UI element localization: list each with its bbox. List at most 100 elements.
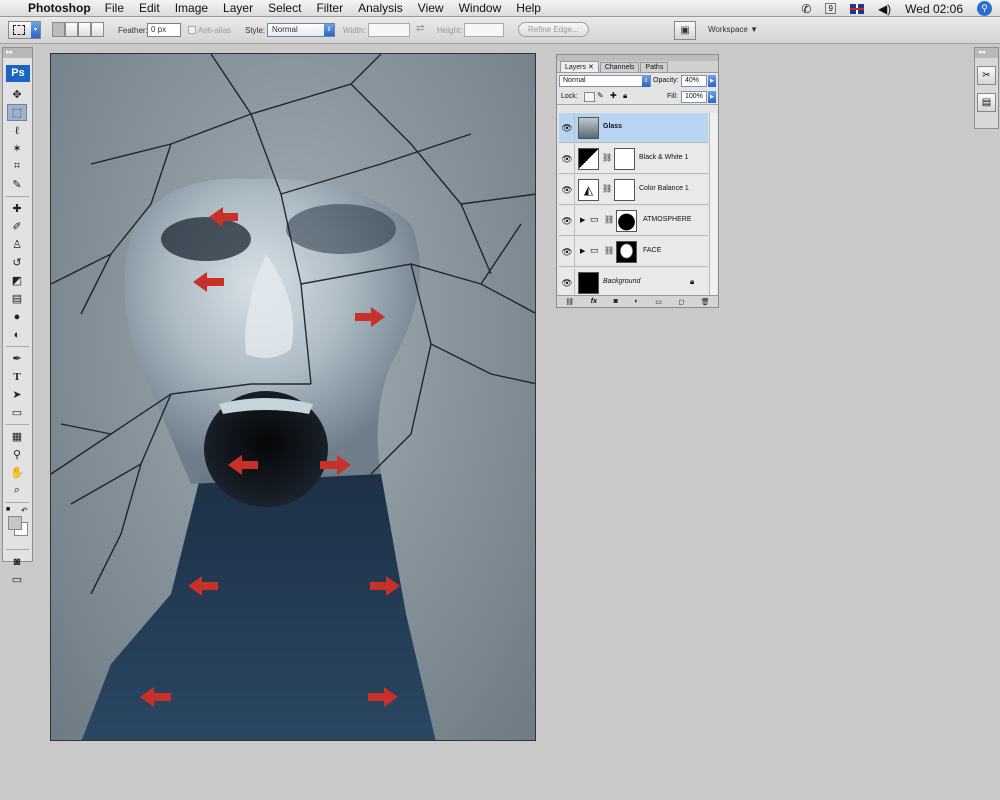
layer-glass[interactable]: 👁︎ Glass <box>559 113 708 143</box>
document-canvas[interactable] <box>50 53 536 741</box>
antialias-checkbox[interactable] <box>188 26 196 34</box>
magic-wand-tool-icon[interactable]: ✶ <box>7 140 27 157</box>
feather-input[interactable]: 0 px <box>147 23 181 37</box>
path-selection-tool-icon[interactable]: ➤ <box>7 386 27 403</box>
menu-layer[interactable]: Layer <box>223 1 253 15</box>
healing-brush-tool-icon[interactable]: ✚ <box>7 200 27 217</box>
lock-all-icon[interactable]: 🔒︎ <box>623 91 627 101</box>
eye-icon[interactable]: 👁︎ <box>560 144 575 174</box>
menu-select[interactable]: Select <box>268 1 301 15</box>
opacity-input[interactable]: 40% <box>681 75 707 87</box>
opacity-slider-icon[interactable]: ▶ <box>708 75 716 87</box>
menu-analysis[interactable]: Analysis <box>358 1 403 15</box>
script-icon[interactable]: 9 <box>825 3 836 14</box>
height-input[interactable] <box>464 23 504 37</box>
default-colors-icon[interactable]: ■ <box>6 506 10 513</box>
expand-triangle-icon[interactable]: ▶ <box>580 247 585 255</box>
quick-mask-icon[interactable]: ◙ <box>7 553 27 570</box>
slice-tool-icon[interactable]: ✎ <box>7 176 27 193</box>
fill-slider-icon[interactable]: ▶ <box>708 91 716 103</box>
subtract-selection-button[interactable] <box>78 22 91 37</box>
add-mask-icon[interactable]: ◙ <box>614 298 618 305</box>
layer-black-white[interactable]: 👁︎ ⛓︎ Black & White 1 <box>559 144 708 174</box>
menu-filter[interactable]: Filter <box>316 1 343 15</box>
photoshop-logo[interactable]: Ps <box>6 65 30 82</box>
eye-icon[interactable]: 👁︎ <box>560 268 575 298</box>
hand-tool-icon[interactable]: ✋ <box>7 464 27 481</box>
refine-edge-button[interactable]: Refine Edge... <box>518 22 589 37</box>
layer-group-atmosphere[interactable]: 👁︎ ▶ ▭ ⛓︎ ATMOSPHERE <box>559 206 708 236</box>
history-panel-icon[interactable]: ▤ <box>977 93 996 112</box>
tab-paths[interactable]: Paths <box>640 62 669 72</box>
lasso-tool-icon[interactable]: ℓ <box>7 122 27 139</box>
eye-icon[interactable]: 👁︎ <box>560 113 575 143</box>
gradient-tool-icon[interactable]: ▤ <box>7 290 27 307</box>
shape-tool-icon[interactable]: ▭ <box>7 404 27 421</box>
menu-view[interactable]: View <box>418 1 444 15</box>
menu-help[interactable]: Help <box>516 1 541 15</box>
layer-style-icon[interactable]: fx <box>591 298 597 305</box>
workspace-button[interactable]: Workspace ▼ <box>708 25 758 34</box>
lock-position-icon[interactable]: ✚ <box>610 91 617 100</box>
lock-transparency-icon[interactable] <box>584 92 595 102</box>
zoom-tool-icon[interactable]: ⌕ <box>7 482 27 499</box>
tab-layers[interactable]: Layers ✕ <box>560 61 599 72</box>
eyedropper-tool-icon[interactable]: ⚲ <box>7 446 27 463</box>
add-selection-button[interactable] <box>65 22 78 37</box>
fill-input[interactable]: 100% <box>681 91 707 103</box>
blend-mode-select[interactable]: Normal ⇕ <box>559 75 651 87</box>
eraser-tool-icon[interactable]: ◩ <box>7 272 27 289</box>
brush-tool-icon[interactable]: ✐ <box>7 218 27 235</box>
delete-layer-icon[interactable]: 🗑︎ <box>701 298 710 306</box>
menu-window[interactable]: Window <box>459 1 502 15</box>
tool-presets-icon[interactable]: ✂ <box>977 66 996 85</box>
blur-tool-icon[interactable]: ● <box>7 308 27 325</box>
move-tool-icon[interactable]: ✥ <box>7 86 27 103</box>
eye-icon[interactable]: 👁︎ <box>560 175 575 205</box>
eye-icon[interactable]: 👁︎ <box>560 237 575 267</box>
eye-icon[interactable]: 👁︎ <box>560 206 575 236</box>
new-adjustment-icon[interactable]: ◐ <box>634 298 638 305</box>
spotlight-icon[interactable]: ⚲ <box>977 1 992 16</box>
screen-mode-icon[interactable]: ▭ <box>7 571 27 588</box>
menu-file[interactable]: File <box>105 1 124 15</box>
new-layer-icon[interactable]: ◻ <box>678 298 684 306</box>
foreground-color-swatch[interactable] <box>8 516 22 530</box>
type-tool-icon[interactable]: T <box>7 368 27 385</box>
swap-colors-icon[interactable]: ↶ <box>21 506 28 515</box>
adjustment-balance-icon: ◭ <box>578 179 599 201</box>
new-group-icon[interactable]: ▭ <box>655 298 662 306</box>
link-layers-icon[interactable]: ⛓︎ <box>565 298 574 306</box>
bridge-icon[interactable]: ▣ <box>674 21 696 40</box>
crop-tool-icon[interactable]: ⌗ <box>7 158 27 175</box>
marquee-tool-preset-icon[interactable]: ▾ <box>8 21 41 39</box>
layer-background[interactable]: 👁︎ Background 🔒︎ <box>559 268 708 298</box>
layers-scrollbar[interactable] <box>709 113 717 295</box>
clone-stamp-tool-icon[interactable]: ♙ <box>7 236 27 253</box>
clock[interactable]: Wed 02:06 <box>905 2 963 16</box>
menu-app-name[interactable]: Photoshop <box>28 1 91 15</box>
notes-tool-icon[interactable]: ▦ <box>7 428 27 445</box>
new-selection-button[interactable] <box>52 22 65 37</box>
menu-edit[interactable]: Edit <box>139 1 160 15</box>
expand-triangle-icon[interactable]: ▶ <box>580 216 585 224</box>
uk-flag-icon[interactable] <box>849 3 864 14</box>
tools-panel-grip[interactable]: ▸▸ <box>3 48 32 58</box>
swap-icon[interactable]: ⇄ <box>416 23 424 34</box>
menu-image[interactable]: Image <box>175 1 208 15</box>
close-icon[interactable]: ✕ <box>588 64 594 71</box>
phone-icon[interactable]: ✆ <box>801 2 811 16</box>
volume-icon[interactable]: ◀) <box>878 2 891 16</box>
dock-grip[interactable]: ◂◂ <box>975 48 998 58</box>
layer-group-face[interactable]: 👁︎ ▶ ▭ ⛓︎ FACE <box>559 237 708 267</box>
marquee-tool-icon[interactable]: ⬚ <box>7 104 27 121</box>
style-select[interactable]: Normal ⇕ <box>267 23 335 37</box>
width-input[interactable] <box>368 23 410 37</box>
pen-tool-icon[interactable]: ✒ <box>7 350 27 367</box>
dodge-tool-icon[interactable]: ◐ <box>7 326 27 343</box>
intersect-selection-button[interactable] <box>91 22 104 37</box>
layer-color-balance[interactable]: 👁︎ ◭ ⛓︎ Color Balance 1 <box>559 175 708 205</box>
history-brush-tool-icon[interactable]: ↺ <box>7 254 27 271</box>
tab-channels[interactable]: Channels <box>599 62 640 72</box>
lock-pixels-icon[interactable]: ✎ <box>597 91 604 100</box>
